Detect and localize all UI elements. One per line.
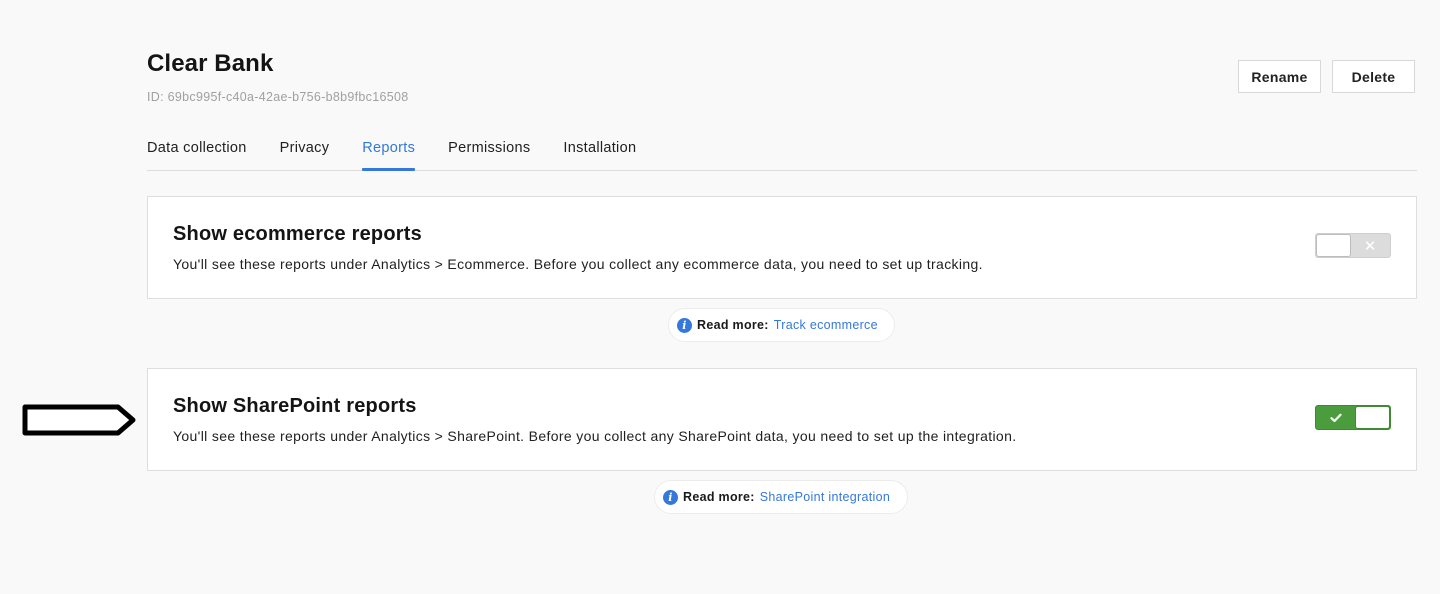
site-title: Clear Bank <box>147 50 274 77</box>
track-ecommerce-link[interactable]: Track ecommerce <box>774 318 878 332</box>
tab-installation[interactable]: Installation <box>563 135 636 170</box>
check-icon-svg <box>1330 413 1342 422</box>
sharepoint-reports-toggle[interactable] <box>1315 405 1391 430</box>
setting-card-sharepoint: Show SharePoint reports You'll see these… <box>147 368 1417 471</box>
setting-description: You'll see these reports under Analytics… <box>173 428 1017 444</box>
read-more-label: Read more: <box>683 490 755 504</box>
pointer-arrow-icon <box>22 404 136 436</box>
tab-permissions[interactable]: Permissions <box>448 135 530 170</box>
delete-button[interactable]: Delete <box>1332 60 1415 93</box>
tab-privacy[interactable]: Privacy <box>280 135 330 170</box>
toggle-knob <box>1316 234 1351 257</box>
setting-card-ecommerce: Show ecommerce reports You'll see these … <box>147 196 1417 299</box>
check-icon <box>1316 406 1356 429</box>
tab-reports[interactable]: Reports <box>362 135 416 171</box>
setting-description: You'll see these reports under Analytics… <box>173 256 983 272</box>
sharepoint-integration-link[interactable]: SharePoint integration <box>760 490 890 504</box>
read-more-ecommerce: i Read more: Track ecommerce <box>668 308 895 342</box>
toggle-knob <box>1355 406 1390 429</box>
info-icon: i <box>677 317 692 333</box>
rename-button[interactable]: Rename <box>1238 60 1321 93</box>
read-more-label: Read more: <box>697 318 769 332</box>
info-icon: i <box>663 489 678 505</box>
read-more-sharepoint: i Read more: SharePoint integration <box>654 480 908 514</box>
site-header: Clear Bank ID: 69bc995f-c40a-42ae-b756-b… <box>147 49 409 104</box>
setting-title: Show ecommerce reports <box>173 223 422 245</box>
setting-title: Show SharePoint reports <box>173 395 417 417</box>
close-icon: ✕ <box>1363 237 1377 255</box>
site-id: ID: 69bc995f-c40a-42ae-b756-b8b9fbc16508 <box>147 90 409 104</box>
header-actions: Rename Delete <box>1238 60 1415 93</box>
tab-data-collection[interactable]: Data collection <box>147 135 247 170</box>
tab-bar: Data collection Privacy Reports Permissi… <box>147 135 1417 171</box>
ecommerce-reports-toggle[interactable]: ✕ <box>1315 233 1391 258</box>
page: Clear Bank ID: 69bc995f-c40a-42ae-b756-b… <box>0 0 1440 594</box>
